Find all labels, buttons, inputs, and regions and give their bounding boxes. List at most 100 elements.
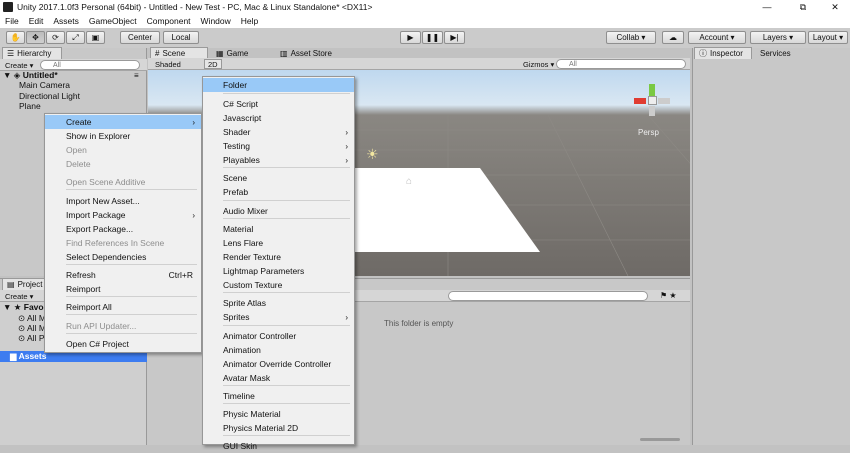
layers-dropdown[interactable]: Layers ▾ xyxy=(750,31,806,44)
menu-separator xyxy=(223,292,350,293)
menu-item-playables[interactable]: Playables › xyxy=(203,153,354,167)
menu-item-label: Delete xyxy=(66,159,91,169)
zoom-slider[interactable] xyxy=(640,438,680,441)
play-button[interactable]: ▶ xyxy=(400,31,421,44)
collab-button[interactable]: Collab ▾ xyxy=(606,31,656,44)
menu-item-open-c-project[interactable]: Open C# Project xyxy=(45,337,201,351)
menu-item-label: Lightmap Parameters xyxy=(223,266,305,276)
menu-item-custom-texture[interactable]: Custom Texture xyxy=(203,278,354,292)
move-tool-icon[interactable]: ✥ xyxy=(26,31,45,44)
menu-item-label: Animator Controller xyxy=(223,331,297,341)
tab-inspector[interactable]: ⓘ Inspector xyxy=(694,47,752,59)
menu-item-label: Testing xyxy=(223,141,250,151)
persp-label[interactable]: Persp xyxy=(638,128,659,137)
menu-item-folder[interactable]: Folder xyxy=(203,78,354,92)
menu-edit[interactable]: Edit xyxy=(24,16,49,26)
menu-item-avatar-mask[interactable]: Avatar Mask xyxy=(203,371,354,385)
menu-item-sprites[interactable]: Sprites › xyxy=(203,310,354,324)
pivot-center-button[interactable]: Center xyxy=(120,31,160,44)
menu-file[interactable]: File xyxy=(0,16,24,26)
menu-item-label: Lens Flare xyxy=(223,238,264,248)
tab-services[interactable]: Services xyxy=(756,47,806,59)
orientation-gizmo-icon[interactable] xyxy=(632,82,672,122)
menu-item-lens-flare[interactable]: Lens Flare xyxy=(203,236,354,250)
menu-window[interactable]: Window xyxy=(196,16,236,26)
label-filter-icon[interactable]: ⚑ ★ xyxy=(660,291,677,300)
menu-help[interactable]: Help xyxy=(236,16,263,26)
minimize-button[interactable]: — xyxy=(752,0,782,14)
layout-dropdown[interactable]: Layout ▾ xyxy=(808,31,848,44)
hierarchy-item[interactable]: Main Camera xyxy=(19,80,70,90)
hierarchy-create-button[interactable]: Create ▾ xyxy=(2,60,36,70)
menu-item-create[interactable]: Create › xyxy=(45,115,201,129)
menu-item-refresh[interactable]: Refresh Ctrl+R xyxy=(45,268,201,282)
menu-item-reimport-all[interactable]: Reimport All xyxy=(45,300,201,314)
scene-tab-label: Scene xyxy=(162,49,186,58)
menu-item-gui-skin[interactable]: GUI Skin xyxy=(203,439,354,453)
favorite-search-item[interactable]: ⊙ All P xyxy=(18,333,45,344)
scene-search-input[interactable]: All xyxy=(556,59,686,69)
menu-item-c-script[interactable]: C# Script xyxy=(203,97,354,111)
account-dropdown[interactable]: Account ▾ xyxy=(688,31,746,44)
menu-item-show-in-explorer[interactable]: Show in Explorer xyxy=(45,129,201,143)
rect-tool-icon[interactable]: ▣ xyxy=(86,31,105,44)
restore-button[interactable]: ⧉ xyxy=(788,0,818,14)
favorites-item[interactable]: ▼ ★ Favori xyxy=(3,302,49,313)
menu-item-animator-override-controller[interactable]: Animator Override Controller xyxy=(203,357,354,371)
assets-context-menu: Create › Show in Explorer Open Delete Open Sc… xyxy=(44,113,202,353)
menu-component[interactable]: Component xyxy=(142,16,196,26)
menu-item-animation[interactable]: Animation xyxy=(203,343,354,357)
menu-item-prefab[interactable]: Prefab xyxy=(203,185,354,199)
menu-item-select-dependencies[interactable]: Select Dependencies xyxy=(45,250,201,264)
menu-item-animator-controller[interactable]: Animator Controller xyxy=(203,329,354,343)
hierarchy-item[interactable]: Directional Light xyxy=(19,91,80,101)
scale-tool-icon[interactable]: ⤢ xyxy=(66,31,85,44)
directional-light-icon[interactable]: ☀ xyxy=(366,146,379,163)
scene-options-icon[interactable]: ≡ xyxy=(134,71,139,80)
pivot-local-button[interactable]: Local xyxy=(163,31,199,44)
menu-item-lightmap-parameters[interactable]: Lightmap Parameters xyxy=(203,264,354,278)
step-button[interactable]: ▶| xyxy=(444,31,465,44)
menu-item-label: GUI Skin xyxy=(223,441,258,451)
menu-item-physics-material-2d[interactable]: Physics Material 2D xyxy=(203,421,354,435)
menu-separator xyxy=(223,325,350,326)
menu-item-scene[interactable]: Scene xyxy=(203,171,354,185)
tab-hierarchy[interactable]: ☰ Hierarchy xyxy=(2,47,62,59)
close-button[interactable]: ✕ xyxy=(820,0,850,14)
menu-item-physic-material[interactable]: Physic Material xyxy=(203,407,354,421)
hierarchy-item[interactable]: Plane xyxy=(19,101,41,111)
project-search-input[interactable] xyxy=(448,291,648,301)
menu-item-label: C# Script xyxy=(223,99,258,109)
menu-assets[interactable]: Assets xyxy=(48,16,84,26)
shading-dropdown[interactable]: Shaded xyxy=(152,59,184,69)
2d-toggle-button[interactable]: 2D xyxy=(204,59,222,69)
menu-item-material[interactable]: Material xyxy=(203,222,354,236)
menu-item-timeline[interactable]: Timeline xyxy=(203,389,354,403)
gizmos-dropdown[interactable]: Gizmos ▾ xyxy=(520,59,557,69)
menu-separator xyxy=(223,200,350,201)
cloud-icon[interactable]: ☁ xyxy=(662,31,684,44)
menu-item-export-package[interactable]: Export Package... xyxy=(45,222,201,236)
menu-item-shader[interactable]: Shader › xyxy=(203,125,354,139)
menu-item-reimport[interactable]: Reimport xyxy=(45,282,201,296)
game-tab-label: Game xyxy=(226,48,249,58)
scene-root-label: Untitled* xyxy=(22,70,58,80)
menu-item-testing[interactable]: Testing › xyxy=(203,139,354,153)
tab-project[interactable]: ▤ Project xyxy=(2,278,46,290)
menu-separator xyxy=(223,385,350,386)
project-create-button[interactable]: Create ▾ xyxy=(2,291,36,301)
pause-button[interactable]: ❚❚ xyxy=(422,31,443,44)
menu-item-sprite-atlas[interactable]: Sprite Atlas xyxy=(203,296,354,310)
menu-item-import-new-asset[interactable]: Import New Asset... xyxy=(45,194,201,208)
menu-item-render-texture[interactable]: Render Texture xyxy=(203,250,354,264)
hierarchy-search-input[interactable]: All xyxy=(40,60,140,70)
menu-gameobject[interactable]: GameObject xyxy=(84,16,142,26)
menu-item-javascript[interactable]: Javascript xyxy=(203,111,354,125)
hand-tool-icon[interactable]: ✋ xyxy=(6,31,25,44)
menu-item-label: Folder xyxy=(223,80,248,90)
camera-gizmo-icon[interactable]: ⌂ xyxy=(406,176,412,187)
menu-item-run-api-updater: Run API Updater... xyxy=(45,319,201,333)
menu-item-import-package[interactable]: Import Package › xyxy=(45,208,201,222)
rotate-tool-icon[interactable]: ⟳ xyxy=(46,31,65,44)
menu-item-audio-mixer[interactable]: Audio Mixer xyxy=(203,204,354,218)
